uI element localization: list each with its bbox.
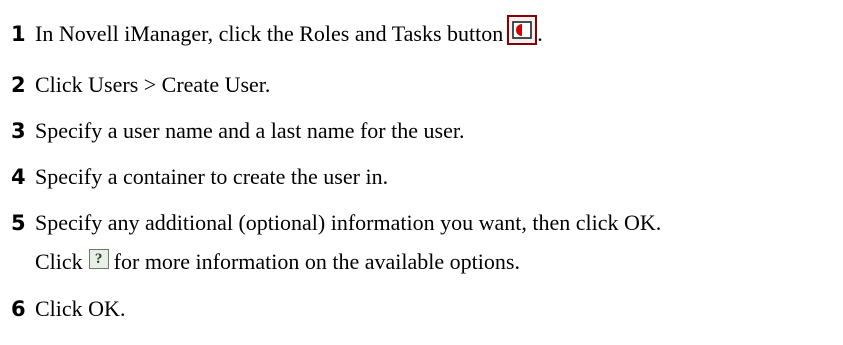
step-text-period: . xyxy=(537,21,543,46)
step-number: 4 xyxy=(11,164,26,189)
step-text: Specify any additional (optional) inform… xyxy=(35,210,662,235)
step-6: 6 Click OK. xyxy=(11,294,125,324)
step-text: Click Users > Create User. xyxy=(35,72,271,97)
step-number: 2 xyxy=(11,72,26,97)
step-text: Specify a user name and a last name for … xyxy=(35,118,465,143)
step-text: Specify a container to create the user i… xyxy=(35,164,389,189)
step-5-continuation: Click ? for more information on the avai… xyxy=(35,247,520,277)
help-icon: ? xyxy=(88,249,109,269)
step-4: 4 Specify a container to create the user… xyxy=(11,162,388,192)
step-3: 3 Specify a user name and a last name fo… xyxy=(11,116,464,146)
step-5: 5 Specify any additional (optional) info… xyxy=(11,208,661,238)
continuation-text-after: for more information on the available op… xyxy=(113,249,520,274)
step-number: 5 xyxy=(11,210,26,235)
step-text: Click OK. xyxy=(35,296,126,321)
step-text: In Novell iManager, click the Roles and … xyxy=(35,21,504,46)
step-1: 1 In Novell iManager, click the Roles an… xyxy=(11,15,543,49)
step-number: 1 xyxy=(11,21,26,46)
roles-and-tasks-icon xyxy=(507,15,538,45)
step-2: 2 Click Users > Create User. xyxy=(11,70,270,100)
step-number: 3 xyxy=(11,118,26,143)
step-number: 6 xyxy=(11,296,26,321)
continuation-text-before: Click xyxy=(35,249,83,274)
